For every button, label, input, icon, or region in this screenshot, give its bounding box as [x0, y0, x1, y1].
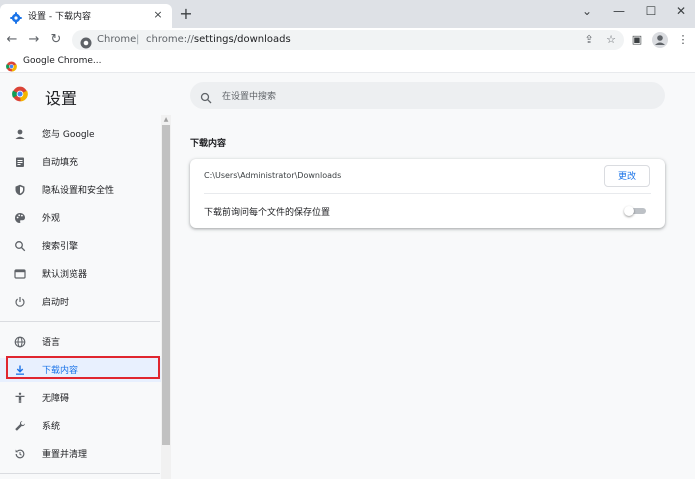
bookmark-star-icon[interactable]: ☆ — [604, 33, 618, 47]
sidebar-item-languages[interactable]: 语言 — [0, 330, 162, 354]
browser-icon — [14, 268, 26, 280]
change-location-button[interactable]: 更改 — [604, 165, 650, 187]
new-tab-button[interactable]: + — [178, 6, 194, 22]
sidebar-item-label: 启动时 — [42, 298, 70, 308]
reset-icon — [14, 448, 26, 460]
share-icon[interactable]: ⇪ — [582, 33, 596, 47]
ask-where-to-save-label: 下载前询问每个文件的保存位置 — [204, 208, 331, 218]
bookmark-label: Google Chrome... — [23, 56, 102, 66]
accessibility-icon — [14, 392, 26, 404]
sidebar-item-system[interactable]: 系统 — [0, 414, 162, 438]
tab-title: 设置 - 下载内容 — [28, 12, 91, 22]
sidebar-item-accessibility[interactable]: 无障碍 — [0, 386, 162, 410]
title-bar: 设置 - 下载内容 × + ⌄ — ☐ ✕ — [0, 0, 695, 28]
sidebar-item-downloads[interactable]: 下载内容 — [0, 358, 162, 382]
wrench-icon — [14, 420, 26, 432]
power-icon — [14, 296, 26, 308]
card-divider — [204, 193, 651, 194]
sidebar-item-label: 自动填充 — [42, 158, 79, 168]
gear-icon — [10, 9, 22, 24]
sidebar-item-google[interactable]: 您与 Google — [0, 122, 162, 146]
side-panel-icon[interactable]: ▣ — [630, 33, 644, 47]
avatar[interactable] — [652, 32, 668, 48]
palette-icon — [14, 212, 26, 224]
ask-where-to-save-toggle[interactable] — [624, 206, 648, 216]
settings-search[interactable] — [190, 82, 665, 111]
address-bar[interactable]: Chrome | chrome://settings/downloads ⇪ ☆ — [72, 30, 624, 50]
sidebar-item-on-startup[interactable]: 启动时 — [0, 290, 162, 314]
downloads-card: C:\Users\Administrator\Downloads 更改 下载前询… — [190, 159, 665, 228]
url-host: chrome:// — [146, 34, 194, 45]
sidebar-item-privacy[interactable]: 隐私设置和安全性 — [0, 178, 162, 202]
back-button[interactable]: ← — [4, 32, 20, 48]
sidebar-item-reset[interactable]: 重置并清理 — [0, 442, 162, 466]
close-window-button[interactable]: ✕ — [666, 0, 695, 24]
sidebar-item-label: 重置并清理 — [42, 450, 88, 460]
sidebar: 您与 Google 自动填充 隐私设置和安全性 外观 搜索引擎 默认浏览器 启动… — [0, 115, 172, 479]
search-icon — [200, 89, 212, 104]
search-input[interactable] — [220, 82, 644, 111]
sidebar-item-appearance[interactable]: 外观 — [0, 206, 162, 230]
tab-settings[interactable]: 设置 - 下载内容 × — [0, 4, 172, 28]
forward-button[interactable]: → — [26, 32, 42, 48]
url-path: settings/downloads — [193, 34, 291, 45]
sidebar-item-label: 您与 Google — [42, 130, 95, 140]
menu-icon[interactable]: ⋮ — [676, 33, 690, 47]
chrome-icon — [80, 34, 92, 49]
toolbar: ← → ↻ Chrome | chrome://settings/downloa… — [0, 28, 695, 53]
download-icon — [14, 364, 26, 376]
scheme-label: Chrome — [97, 34, 137, 45]
clipboard-icon — [14, 156, 26, 168]
sidebar-item-default-browser[interactable]: 默认浏览器 — [0, 262, 162, 286]
page-title: 设置 — [45, 89, 78, 108]
toggle-knob — [624, 206, 634, 216]
sidebar-divider — [0, 321, 160, 322]
sidebar-item-label: 下载内容 — [42, 366, 79, 376]
url-text: chrome://settings/downloads — [146, 34, 291, 45]
sidebar-item-label: 外观 — [42, 214, 61, 224]
section-title: 下载内容 — [190, 139, 227, 149]
sidebar-item-search-engine[interactable]: 搜索引擎 — [0, 234, 162, 258]
scroll-up-arrow-icon[interactable]: ▲ — [162, 117, 170, 123]
sidebar-item-autofill[interactable]: 自动填充 — [0, 150, 162, 174]
sidebar-item-label: 默认浏览器 — [42, 270, 88, 280]
sidebar-item-label: 系统 — [42, 422, 61, 432]
sidebar-item-label: 隐私设置和安全性 — [42, 186, 115, 196]
tab-close-button[interactable]: × — [151, 8, 165, 22]
globe-icon — [14, 336, 26, 348]
settings-page: 设置 您与 Google 自动填充 隐私设置和安全性 — [0, 73, 695, 479]
chrome-logo-icon — [12, 86, 28, 102]
chrome-icon — [6, 57, 17, 72]
bookmarks-bar: Google Chrome... — [0, 53, 695, 73]
search-icon — [14, 240, 26, 252]
person-icon — [14, 128, 26, 140]
tab-search-chevron-icon[interactable]: ⌄ — [572, 0, 602, 24]
sidebar-item-label: 搜索引擎 — [42, 242, 79, 252]
shield-icon — [14, 184, 26, 196]
restore-button[interactable]: ☐ — [636, 0, 666, 24]
sidebar-divider — [0, 473, 160, 474]
url-separator: | — [136, 34, 140, 45]
sidebar-item-label: 语言 — [42, 338, 61, 348]
sidebar-scrollbar-thumb[interactable] — [162, 125, 170, 445]
reload-button[interactable]: ↻ — [48, 32, 64, 48]
download-location: C:\Users\Administrator\Downloads — [204, 171, 342, 180]
minimize-button[interactable]: — — [604, 0, 634, 24]
sidebar-item-label: 无障碍 — [42, 394, 70, 404]
